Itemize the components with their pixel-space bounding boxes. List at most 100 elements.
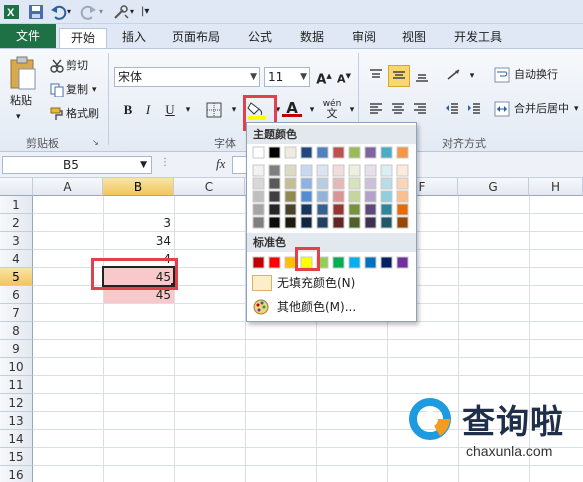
grow-font-button[interactable]: A▲	[314, 67, 334, 87]
font-color-button[interactable]: A	[282, 99, 302, 121]
theme-shade-swatch[interactable]	[316, 216, 329, 229]
merge-dropdown-icon[interactable]: ▾	[574, 101, 579, 117]
clipboard-launcher-icon[interactable]: ↘	[92, 138, 99, 147]
theme-shade-swatch[interactable]	[284, 216, 297, 229]
tab-view[interactable]: 视图	[394, 28, 434, 48]
undo-icon[interactable]	[49, 3, 67, 21]
theme-shade-swatch[interactable]	[252, 164, 265, 177]
standard-color-swatch[interactable]	[396, 256, 409, 269]
row-header[interactable]: 5	[0, 268, 33, 286]
increase-indent-icon[interactable]	[464, 101, 484, 119]
theme-shade-swatch[interactable]	[380, 177, 393, 190]
theme-shade-swatch[interactable]	[396, 190, 409, 203]
align-left-icon[interactable]	[366, 101, 386, 119]
row-header[interactable]: 10	[0, 358, 33, 376]
theme-shade-swatch[interactable]	[364, 203, 377, 216]
row-header[interactable]: 15	[0, 448, 33, 466]
theme-shade-swatch[interactable]	[268, 177, 281, 190]
standard-color-swatch[interactable]	[348, 256, 361, 269]
theme-shade-swatch[interactable]	[364, 216, 377, 229]
tab-review[interactable]: 审阅	[344, 28, 384, 48]
insert-function-icon[interactable]: fx	[216, 156, 225, 172]
name-box[interactable]: B5 ▼	[2, 156, 152, 174]
theme-shade-swatch[interactable]	[300, 203, 313, 216]
theme-color-swatch[interactable]	[348, 146, 361, 159]
format-painter-button[interactable]: 格式刷	[66, 106, 99, 122]
cell-b2[interactable]: 3	[104, 214, 174, 232]
tab-file[interactable]: 文件	[0, 24, 56, 48]
theme-color-swatch[interactable]	[332, 146, 345, 159]
theme-shade-swatch[interactable]	[284, 177, 297, 190]
theme-shade-swatch[interactable]	[268, 203, 281, 216]
decrease-indent-icon[interactable]	[442, 101, 462, 119]
tab-formulas[interactable]: 公式	[240, 28, 280, 48]
theme-shade-swatch[interactable]	[300, 190, 313, 203]
theme-shade-swatch[interactable]	[332, 164, 345, 177]
theme-color-swatch[interactable]	[268, 146, 281, 159]
copy-dropdown-icon[interactable]: ▾	[92, 82, 97, 98]
theme-shade-swatch[interactable]	[284, 190, 297, 203]
theme-shade-swatch[interactable]	[300, 164, 313, 177]
row-header[interactable]: 4	[0, 250, 33, 268]
select-all-corner[interactable]	[0, 178, 33, 196]
merge-center-button[interactable]: 合并后居中	[514, 101, 569, 117]
theme-shade-swatch[interactable]	[364, 190, 377, 203]
theme-shade-swatch[interactable]	[380, 203, 393, 216]
more-colors-menu-item[interactable]: 其他颜色(M)...	[277, 297, 356, 317]
cell-b3[interactable]: 34	[104, 232, 174, 250]
row-header[interactable]: 12	[0, 394, 33, 412]
theme-color-swatch[interactable]	[300, 146, 313, 159]
standard-color-swatch[interactable]	[268, 256, 281, 269]
tool-icon[interactable]	[112, 3, 130, 21]
row-header[interactable]: 3	[0, 232, 33, 250]
theme-shade-swatch[interactable]	[316, 203, 329, 216]
theme-shade-swatch[interactable]	[252, 177, 265, 190]
column-header[interactable]: H	[529, 178, 583, 196]
theme-color-swatch[interactable]	[316, 146, 329, 159]
theme-shade-swatch[interactable]	[396, 164, 409, 177]
theme-shade-swatch[interactable]	[380, 164, 393, 177]
align-bottom-icon[interactable]	[412, 67, 432, 85]
theme-shade-swatch[interactable]	[364, 177, 377, 190]
tab-home[interactable]: 开始	[59, 28, 107, 49]
phonetic-dropdown-icon[interactable]: ▾	[342, 101, 362, 119]
row-header[interactable]: 16	[0, 466, 33, 482]
theme-shade-swatch[interactable]	[268, 216, 281, 229]
bold-button[interactable]: B	[118, 101, 138, 119]
tab-data[interactable]: 数据	[292, 28, 332, 48]
save-icon[interactable]	[27, 3, 45, 21]
theme-shade-swatch[interactable]	[252, 203, 265, 216]
theme-shade-swatch[interactable]	[332, 177, 345, 190]
paste-dropdown-icon[interactable]: ▾	[16, 109, 21, 125]
underline-dropdown-icon[interactable]: ▾	[178, 101, 198, 119]
align-top-icon[interactable]	[366, 67, 386, 85]
theme-shade-swatch[interactable]	[268, 190, 281, 203]
cut-button[interactable]: 剪切	[66, 58, 88, 74]
theme-shade-swatch[interactable]	[316, 164, 329, 177]
row-header[interactable]: 7	[0, 304, 33, 322]
theme-shade-swatch[interactable]	[316, 190, 329, 203]
font-size-combo[interactable]: 11 ▼	[264, 67, 310, 87]
border-icon[interactable]	[204, 101, 224, 119]
theme-shade-swatch[interactable]	[300, 216, 313, 229]
resize-handle-icon[interactable]: ⋮	[160, 157, 170, 168]
row-header[interactable]: 2	[0, 214, 33, 232]
theme-shade-swatch[interactable]	[252, 190, 265, 203]
phonetic-button[interactable]: wén 文	[320, 99, 344, 119]
orientation-icon[interactable]	[444, 67, 464, 85]
theme-shade-swatch[interactable]	[348, 203, 361, 216]
customize-icon[interactable]: |▾	[141, 3, 159, 21]
font-name-combo[interactable]: 宋体 ▼	[114, 67, 260, 87]
theme-color-swatch[interactable]	[252, 146, 265, 159]
theme-shade-swatch[interactable]	[284, 203, 297, 216]
align-middle-icon[interactable]	[388, 65, 410, 87]
theme-shade-swatch[interactable]	[252, 216, 265, 229]
row-header[interactable]: 14	[0, 430, 33, 448]
orientation-dropdown-icon[interactable]: ▾	[462, 67, 482, 85]
column-header[interactable]: G	[458, 178, 529, 196]
tab-developer[interactable]: 开发工具	[446, 28, 510, 48]
theme-color-swatch[interactable]	[364, 146, 377, 159]
redo-icon[interactable]	[80, 3, 98, 21]
theme-shade-swatch[interactable]	[332, 190, 345, 203]
italic-button[interactable]: I	[138, 101, 158, 119]
